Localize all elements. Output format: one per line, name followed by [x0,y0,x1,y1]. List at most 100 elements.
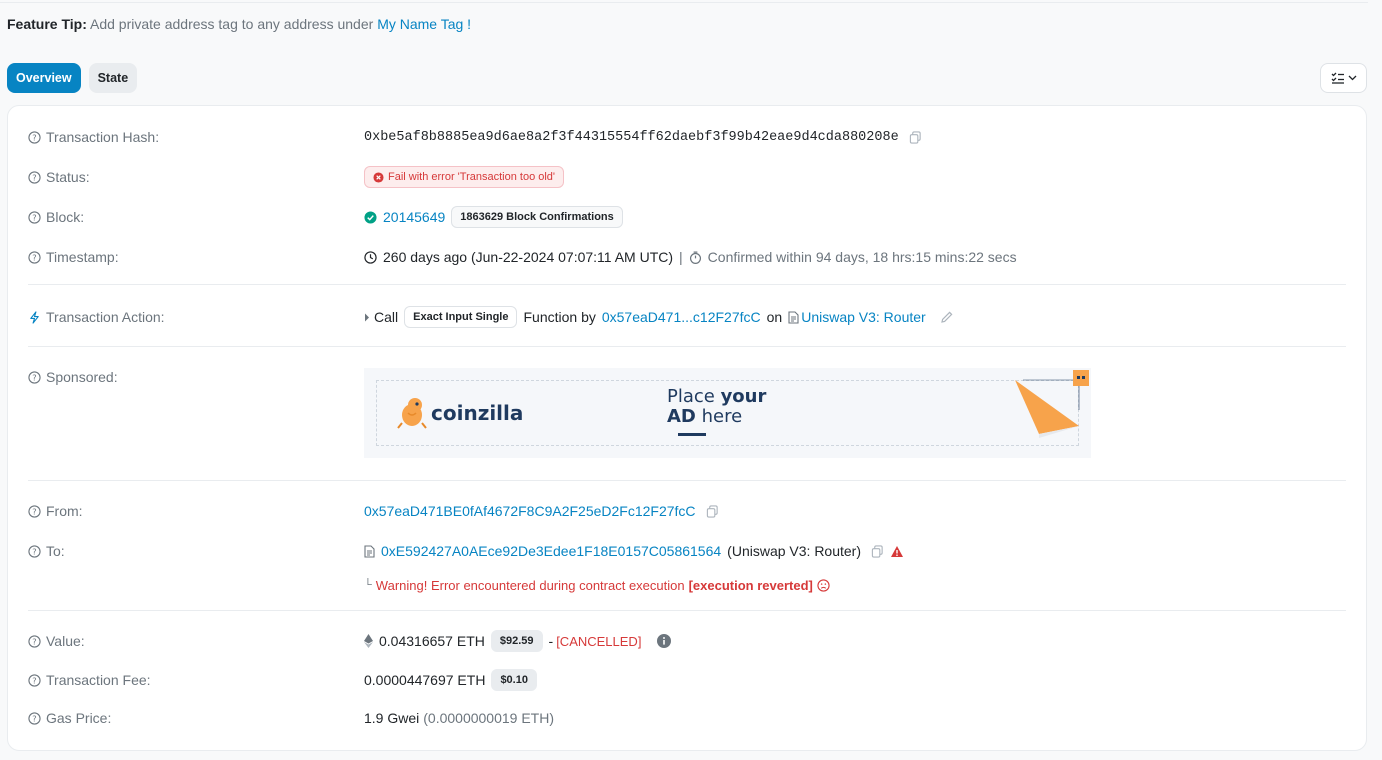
help-circle-icon[interactable]: ? [28,170,41,184]
from-row: ? From: 0x57eaD471BE0fAf4672F8C9A2F25eD2… [28,502,1346,520]
ad-headline: Place your AD here [667,387,766,427]
to-address-link[interactable]: 0xE592427A0AEce92De3Edee1F18E0157C058615… [381,543,721,559]
gas-row: ? Gas Price: 1.9 Gwei (0.0000000019 ETH) [28,709,1346,727]
fee-row: ? Transaction Fee: 0.0000447697 ETH $0.1… [28,667,1346,693]
gas-price: 1.9 Gwei [364,710,420,726]
divider [28,346,1346,347]
fee-amount: 0.0000447697 ETH [364,672,486,688]
svg-text:?: ? [32,212,36,222]
top-divider [0,2,1368,3]
action-row: Transaction Action: Call Exact Input Sin… [28,304,1346,330]
copy-icon[interactable] [909,130,922,144]
help-circle-icon[interactable]: ? [28,370,41,384]
ad-line2-a: AD [667,406,696,427]
help-circle-icon[interactable]: ? [28,673,41,687]
warning-bold: [execution reverted] [688,577,813,593]
feature-tip-label: Feature Tip: [7,16,87,32]
action-value-group: Call Exact Input Single Function by 0x57… [364,306,954,328]
block-number-link[interactable]: 20145649 [383,209,445,225]
timestamp-label: Timestamp: [46,249,119,265]
divider [28,480,1346,481]
ad-line1-a: Place [667,386,721,407]
action-contract-link[interactable]: Uniswap V3: Router [801,309,926,325]
ad-line2-b: here [695,406,743,427]
sad-face-icon [817,578,830,592]
help-circle-icon[interactable]: ? [28,634,41,648]
value-amount: 0.04316657 ETH [379,633,485,649]
status-badge: Fail with error 'Transaction too old' [364,166,565,188]
svg-text:?: ? [32,252,36,262]
action-label-group: Transaction Action: [28,309,358,325]
value-row: ? Value: 0.04316657 ETH $92.59 - [CANCEL… [28,628,1346,654]
status-row: ? Status: Fail with error 'Transaction t… [28,164,1346,190]
divider [28,610,1346,611]
coinzilla-mascot-icon [397,398,427,429]
pencil-icon[interactable] [940,310,954,324]
warning-row: └ Warning! Error encountered during cont… [28,576,1346,594]
sponsored-label-group: ? Sponsored: [28,369,358,385]
confirmed-within: Confirmed within 94 days, 18 hrs:15 mins… [707,249,1017,265]
svg-text:?: ? [32,132,36,142]
help-circle-icon[interactable]: ? [28,250,41,264]
block-confirmations-badge: 1863629 Block Confirmations [451,206,623,228]
tab-bar: Overview State [7,63,138,93]
copy-icon[interactable] [871,544,884,558]
help-circle-icon[interactable]: ? [28,544,41,558]
sponsored-label: Sponsored: [46,369,118,385]
help-circle-icon[interactable]: ? [28,711,41,725]
help-circle-icon[interactable]: ? [28,210,41,224]
tab-state[interactable]: State [88,63,138,93]
to-value-group: 0xE592427A0AEce92De3Edee1F18E0157C058615… [364,543,904,559]
file-contract-icon [788,310,799,324]
ad-brand-name: coinzilla [431,401,524,425]
from-label: From: [46,503,83,519]
fee-label-group: ? Transaction Fee: [28,672,358,688]
value-dash: - [548,633,554,649]
from-value-group: 0x57eaD471BE0fAf4672F8C9A2F25eD2Fc12F27f… [364,503,719,519]
help-circle-icon[interactable]: ? [28,130,41,144]
view-options-button[interactable] [1320,63,1367,93]
hash-label: Transaction Hash: [46,129,160,145]
ad-line1-b: your [720,386,767,407]
ad-underline [678,433,706,436]
value-group: 0.04316657 ETH $92.59 - [CANCELLED] [364,630,672,652]
file-contract-icon [364,544,375,558]
transaction-overview-card: ? Transaction Hash: 0xbe5af8b8885ea9d6ae… [7,105,1367,751]
warning-triangle-icon [891,545,903,557]
timestamp-row: ? Timestamp: 260 days ago (Jun-22-2024 0… [28,248,1346,266]
block-label: Block: [46,209,85,225]
svg-text:?: ? [32,636,36,646]
warning-group: └ Warning! Error encountered during cont… [364,578,830,593]
action-from-link[interactable]: 0x57eaD471...c12F27fcC [602,309,761,325]
gas-label-group: ? Gas Price: [28,710,358,726]
action-label: Transaction Action: [46,309,165,325]
clock-icon [364,250,377,264]
to-label: To: [46,543,65,559]
status-text: Fail with error 'Transaction too old' [388,171,556,183]
sponsored-ad-banner[interactable]: coinzilla Place your AD here [364,368,1091,458]
fee-usd-badge: $0.10 [491,669,537,691]
tab-overview[interactable]: Overview [7,63,81,93]
help-circle-icon[interactable]: ? [28,504,41,518]
timestamp-separator: | [679,249,683,265]
my-name-tag-link[interactable]: My Name Tag ! [377,16,471,32]
value-label: Value: [46,633,85,649]
hash-label-group: ? Transaction Hash: [28,129,358,145]
from-address-link[interactable]: 0x57eaD471BE0fAf4672F8C9A2F25eD2Fc12F27f… [364,503,696,519]
caret-right-icon[interactable] [364,313,370,322]
action-function-by: Function by [523,309,596,325]
value-usd-badge: $92.59 [490,630,543,652]
to-name: (Uniswap V3: Router) [727,543,861,559]
copy-icon[interactable] [706,504,719,518]
info-circle-icon[interactable] [657,634,672,648]
from-label-group: ? From: [28,503,358,519]
ethereum-icon [364,634,373,648]
warning-text: Warning! Error encountered during contra… [375,577,685,593]
feature-tip: Feature Tip: Add private address tag to … [7,16,471,32]
to-row: ? To: 0xE592427A0AEce92De3Edee1F18E0157C… [28,542,1346,560]
svg-text:?: ? [32,713,36,723]
status-label-group: ? Status: [28,169,358,185]
lightning-icon [30,310,39,324]
gas-group: 1.9 Gwei (0.0000000019 ETH) [364,710,554,726]
value-status: [CANCELLED] [556,633,642,649]
